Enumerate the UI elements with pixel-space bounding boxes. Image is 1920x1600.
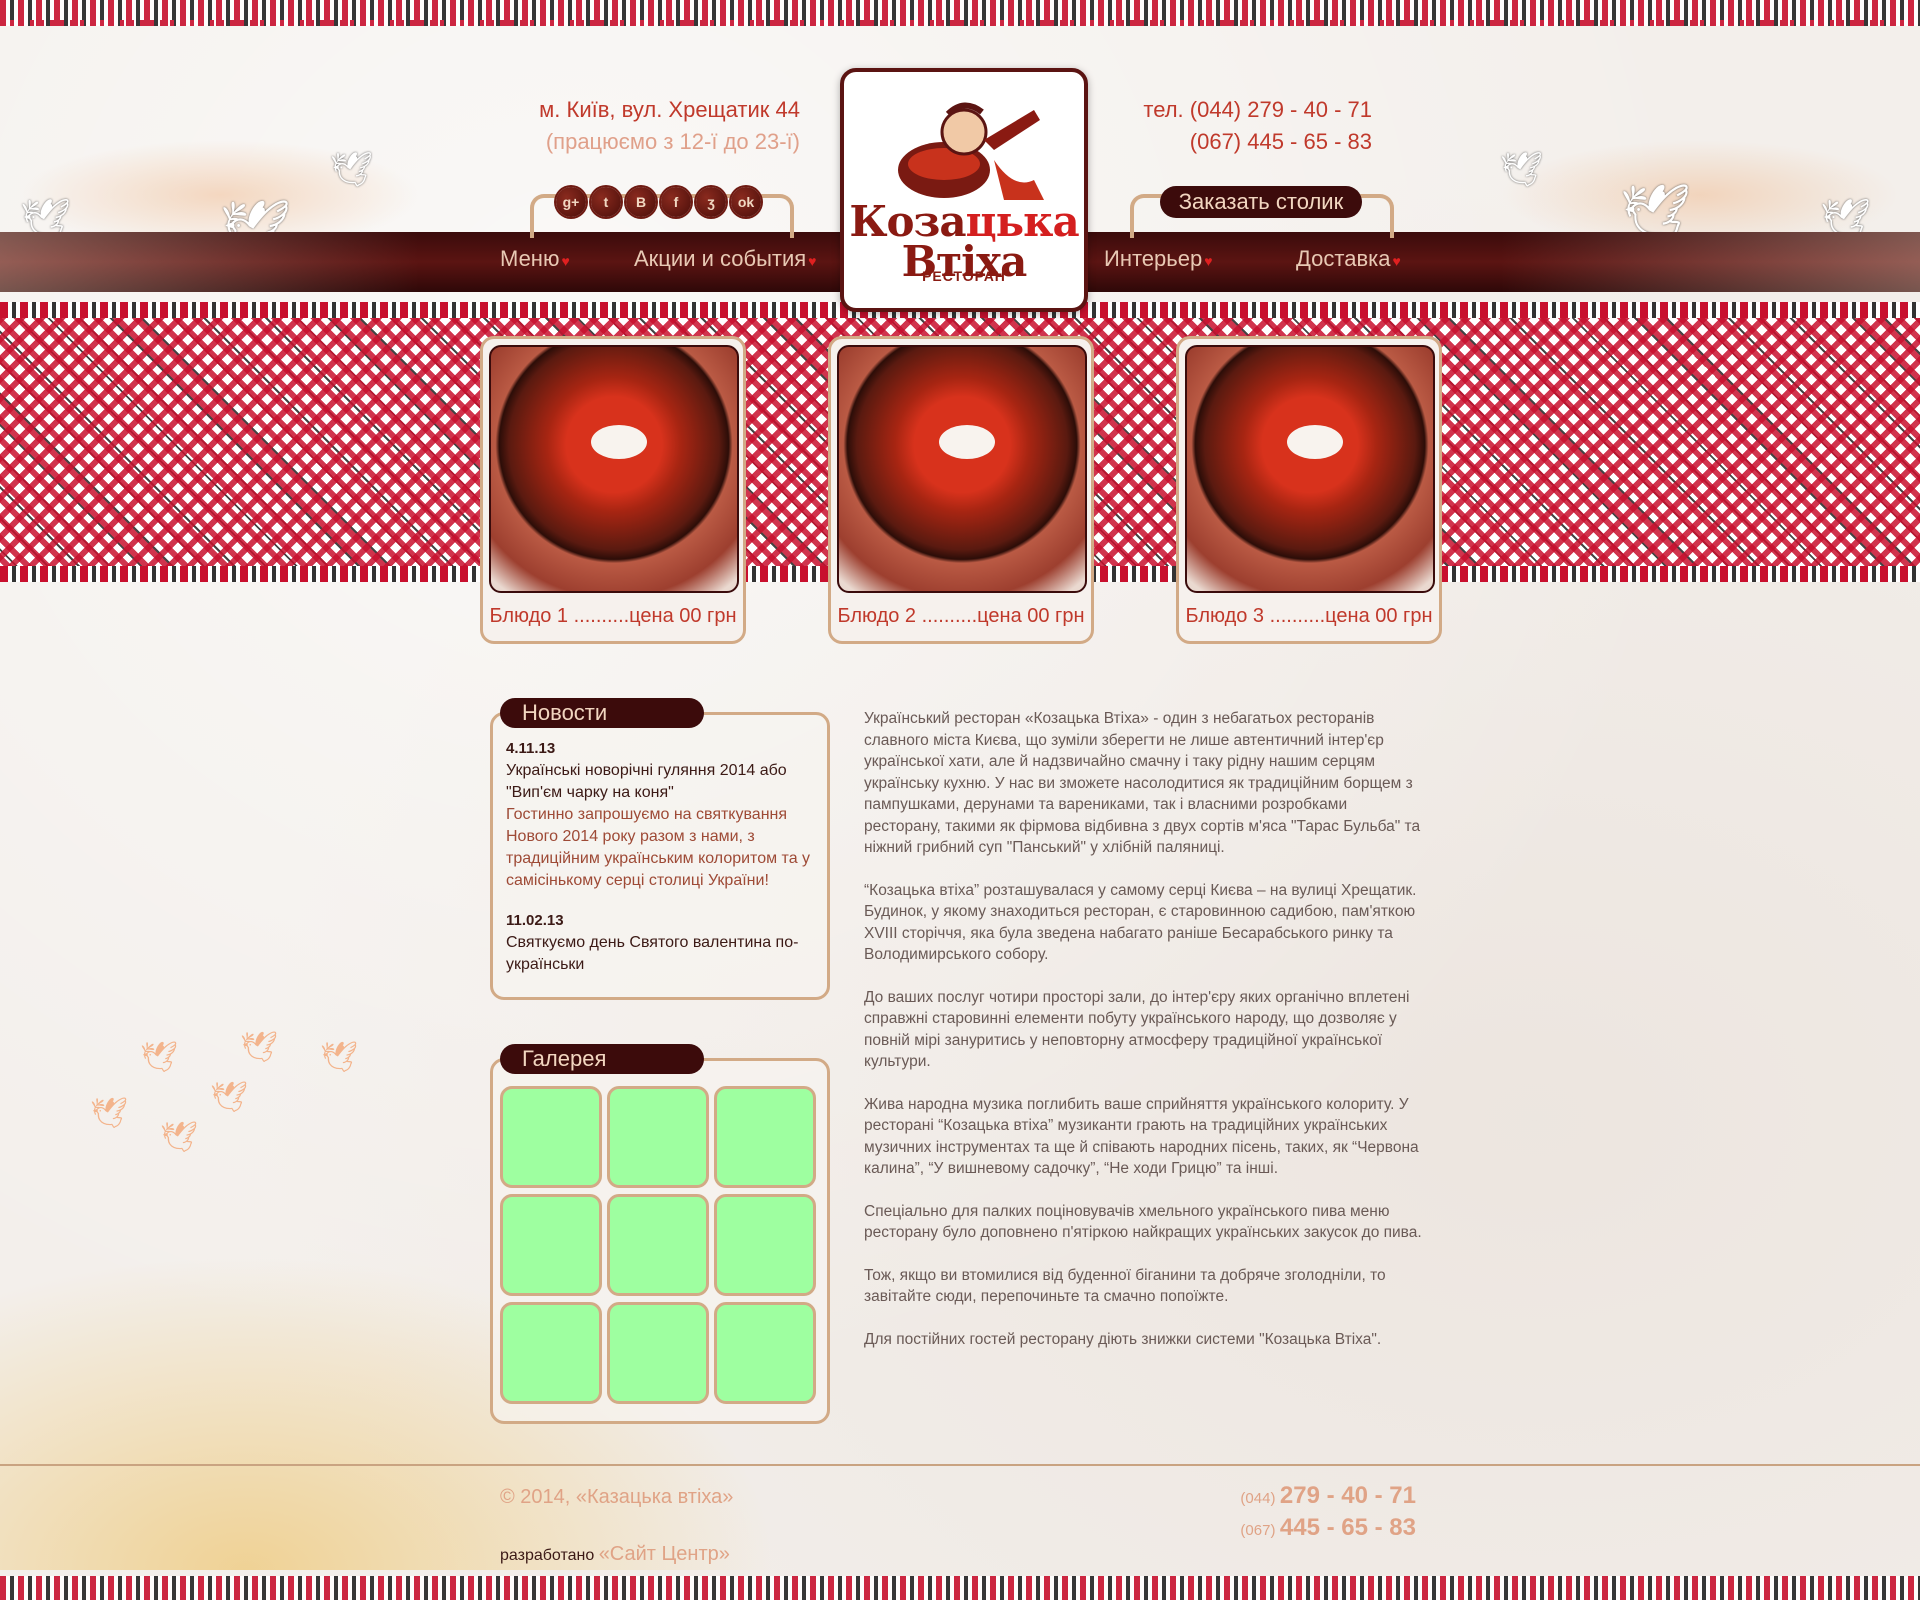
header-phones: тел. (044) 279 - 40 - 71 (067) 445 - 65 … bbox=[1120, 94, 1372, 158]
developer-credit: разработано «Сайт Центр» bbox=[500, 1543, 730, 1566]
gallery-thumbnail[interactable] bbox=[714, 1302, 816, 1404]
phone-number: 445 - 65 - 83 bbox=[1279, 1514, 1416, 1541]
dish-caption: Блюдо 2 ..........цена 00 грн bbox=[837, 605, 1085, 627]
opening-hours: (працюємо з 12-ї до 23-ї) bbox=[545, 129, 800, 154]
nav-item-label: Доставка bbox=[1296, 246, 1391, 271]
logo-subtitle: РЕСТОРАН bbox=[922, 268, 1006, 284]
nav-item-label: Акции и события bbox=[634, 246, 807, 271]
bottom-embroidery-border bbox=[0, 1576, 1920, 1600]
restaurant-logo[interactable]: Козацька Втіха РЕСТОРАН bbox=[840, 68, 1088, 312]
nav-item-menu[interactable]: Меню ♥ bbox=[500, 246, 570, 272]
dove-icon: 🕊 bbox=[240, 1031, 279, 1064]
footer-divider bbox=[0, 1464, 1920, 1466]
news-date: 11.02.13 bbox=[506, 912, 564, 929]
dove-icon: 🕊 bbox=[320, 1041, 359, 1074]
gallery-thumbnail[interactable] bbox=[607, 1302, 709, 1404]
dish-caption: Блюдо 3 ..........цена 00 грн bbox=[1185, 605, 1433, 627]
nav-item-label: Меню bbox=[500, 246, 560, 271]
gallery-thumbnail[interactable] bbox=[607, 1194, 709, 1296]
footer-phone-1[interactable]: (044) 279 - 40 - 71 bbox=[1232, 1482, 1416, 1510]
dove-icon: 🕊 bbox=[140, 1041, 179, 1074]
article-paragraph: Український ресторан «Козацька Втіха» - … bbox=[864, 710, 1421, 856]
address-text: м. Київ, вул. Хрещатик 44 bbox=[539, 97, 800, 122]
dish-photo bbox=[1185, 345, 1435, 593]
gallery-thumbnail[interactable] bbox=[500, 1302, 602, 1404]
article-paragraph: Жива народна музика поглибить ваше сприй… bbox=[864, 1095, 1419, 1178]
gallery-thumbnail[interactable] bbox=[500, 1194, 602, 1296]
article-paragraph: До ваших послуг чотири просторі зали, до… bbox=[864, 988, 1410, 1071]
heart-icon: ♥ bbox=[1392, 253, 1401, 269]
article-paragraph: Для постійних гостей ресторану діють зни… bbox=[864, 1330, 1382, 1348]
dish-photo bbox=[837, 345, 1087, 593]
phone-code: (044) bbox=[1240, 1490, 1276, 1507]
dish-card[interactable]: Блюдо 3 ..........цена 00 грн bbox=[1176, 336, 1442, 644]
twitter-icon[interactable]: t bbox=[591, 187, 621, 217]
google-plus-icon[interactable]: g+ bbox=[556, 187, 586, 217]
about-article: Український ресторан «Козацька Втіха» - … bbox=[864, 708, 1424, 1371]
odnoklassniki-icon[interactable]: ok bbox=[731, 187, 761, 217]
facebook-icon[interactable]: f bbox=[661, 187, 691, 217]
news-heading: Новости bbox=[500, 698, 704, 728]
phone-number: 279 - 40 - 71 bbox=[1279, 1482, 1416, 1509]
gallery-thumbnail[interactable] bbox=[607, 1086, 709, 1188]
footer-copyright: © 2014, «Казацька втіха» bbox=[500, 1486, 734, 1508]
heart-icon: ♥ bbox=[1204, 253, 1213, 269]
dish-caption: Блюдо 1 ..........цена 00 грн bbox=[489, 605, 737, 627]
news-title-link[interactable]: Святкуємо день Святого валентина по-укра… bbox=[506, 932, 816, 976]
article-paragraph: Спеціально для палких поціновувачів хмел… bbox=[864, 1202, 1422, 1242]
reserve-table-button[interactable]: Заказать столик bbox=[1160, 186, 1362, 218]
gallery-heading: Галерея bbox=[500, 1044, 704, 1074]
nav-item-label: Интерьер bbox=[1104, 246, 1203, 271]
dish-card[interactable]: Блюдо 2 ..........цена 00 грн bbox=[828, 336, 1094, 644]
crane-icon: 🕊 bbox=[1500, 151, 1544, 189]
gallery-thumbnail[interactable] bbox=[500, 1086, 602, 1188]
address-block: м. Київ, вул. Хрещатик 44 (працюємо з 12… bbox=[470, 94, 800, 158]
article-paragraph: Тож, якщо ви втомилися від буденної біга… bbox=[864, 1266, 1386, 1306]
developer-label: разработано bbox=[500, 1547, 599, 1564]
dove-icon: 🕊 bbox=[210, 1081, 249, 1114]
gallery-thumbnail[interactable] bbox=[714, 1194, 816, 1296]
phone-code: (067) bbox=[1240, 1522, 1276, 1539]
nav-item-delivery[interactable]: Доставка ♥ bbox=[1296, 246, 1401, 272]
heart-icon: ♥ bbox=[561, 253, 570, 269]
dish-card[interactable]: Блюдо 1 ..........цена 00 грн bbox=[480, 336, 746, 644]
top-embroidery-border bbox=[0, 0, 1920, 26]
gallery-thumbnail[interactable] bbox=[714, 1086, 816, 1188]
news-body: Гостинно запрошуємо на святкування Новог… bbox=[506, 806, 811, 889]
article-paragraph: “Козацька втіха” розташувалася у самому … bbox=[864, 881, 1417, 964]
dish-photo bbox=[489, 345, 739, 593]
developer-link[interactable]: «Сайт Центр» bbox=[599, 1543, 730, 1565]
heart-icon: ♥ bbox=[808, 253, 817, 269]
cossack-illustration-icon bbox=[898, 102, 1044, 200]
vk-icon[interactable]: B bbox=[626, 187, 656, 217]
nav-item-promotions[interactable]: Акции и события ♥ bbox=[634, 246, 816, 272]
header-phone-2[interactable]: (067) 445 - 65 - 83 bbox=[1120, 126, 1372, 158]
header-phone-1[interactable]: тел. (044) 279 - 40 - 71 bbox=[1120, 94, 1372, 126]
nav-item-interior[interactable]: Интерьер ♥ bbox=[1104, 246, 1213, 272]
crane-icon: 🕊 bbox=[330, 151, 374, 189]
footer-phone-2[interactable]: (067) 445 - 65 - 83 bbox=[1232, 1514, 1416, 1542]
news-date: 4.11.13 bbox=[506, 740, 556, 757]
rss-icon[interactable]: ʒ bbox=[696, 187, 726, 217]
news-title-link[interactable]: Українські новорічні гуляння 2014 або "В… bbox=[506, 760, 816, 804]
dove-icon: 🕊 bbox=[90, 1097, 129, 1130]
dove-icon: 🕊 bbox=[160, 1121, 199, 1154]
